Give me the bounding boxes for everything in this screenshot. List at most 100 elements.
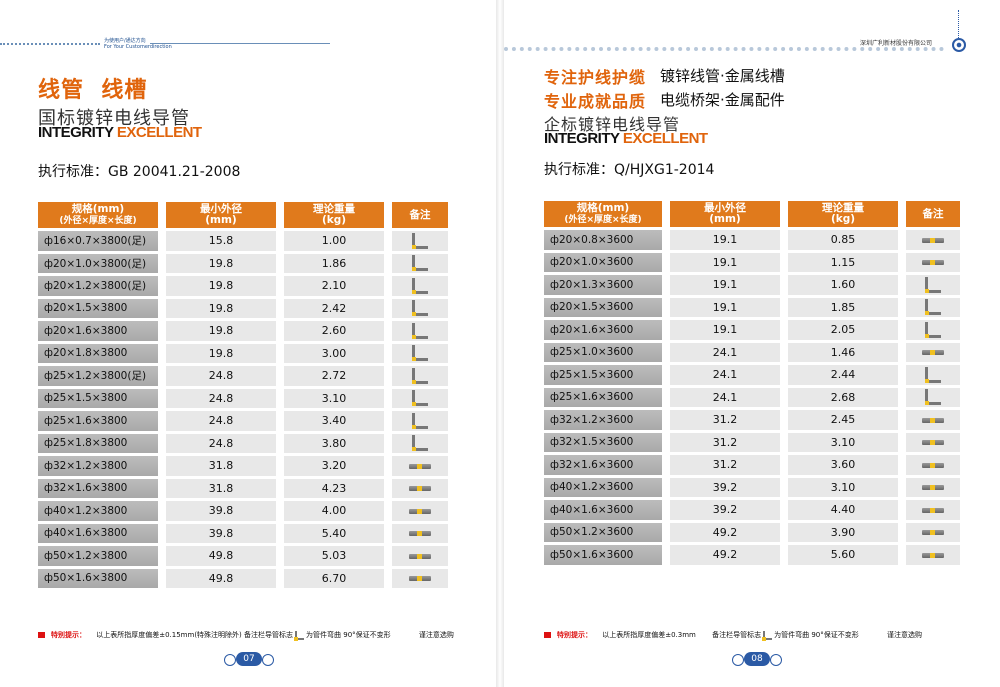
weight-cell: 2.45 <box>788 410 898 430</box>
outer-diameter-cell: 19.1 <box>670 275 780 295</box>
note-cell <box>906 230 960 250</box>
straight-pipe-mark-icon <box>922 417 944 423</box>
note-cell <box>392 231 448 251</box>
table-row: ф50×1.6×3800 49.8 6.70 <box>38 568 448 588</box>
outer-diameter-cell: 24.8 <box>166 411 276 431</box>
weight-cell: 1.86 <box>284 253 384 273</box>
spec-cell: ф25×1.5×3800 <box>38 388 158 408</box>
weight-cell: 3.10 <box>788 477 898 497</box>
header-dotted-band <box>504 47 944 51</box>
bent-pipe-mark-icon <box>412 367 428 384</box>
bent-pipe-mark-icon <box>412 412 428 429</box>
weight-cell: 3.10 <box>284 388 384 408</box>
spec-cell: ф50×1.6×3600 <box>544 545 662 565</box>
outer-diameter-cell: 39.2 <box>670 500 780 520</box>
spec-cell: ф20×1.0×3600 <box>544 252 662 272</box>
note-cell <box>392 523 448 543</box>
outer-diameter-cell: 49.8 <box>166 546 276 566</box>
page-left: 为使用户/通达方向 For Your Customerdirection 线管 … <box>0 0 496 687</box>
outer-diameter-cell: 31.2 <box>670 455 780 475</box>
outer-diameter-cell: 39.8 <box>166 501 276 521</box>
note-cell <box>392 366 448 386</box>
table-row: ф40×1.2×3600 39.2 3.10 <box>544 477 960 497</box>
table-row: ф25×1.6×3600 24.1 2.68 <box>544 387 960 407</box>
header-company: 深圳广利新材股份有限公司 <box>860 40 933 47</box>
weight-cell: 1.15 <box>788 252 898 272</box>
bend-mark-icon <box>294 630 305 641</box>
spec-cell: ф20×1.5×3600 <box>544 297 662 317</box>
spec-cell: ф40×1.2×3800 <box>38 501 158 521</box>
weight-cell: 1.46 <box>788 342 898 362</box>
spec-cell: ф32×1.2×3600 <box>544 410 662 430</box>
weight-cell: 3.40 <box>284 411 384 431</box>
note-cell <box>906 297 960 317</box>
note-cell <box>392 456 448 476</box>
slogan-2: 专业成就品质 <box>544 92 647 111</box>
red-square-icon <box>544 632 551 638</box>
note-cell <box>906 432 960 452</box>
spec-cell: ф20×1.6×3800 <box>38 321 158 341</box>
note-cell <box>392 411 448 431</box>
bend-mark-icon <box>762 630 773 641</box>
col-spec-header: 规格(mm) (外径×厚度×长度) <box>38 202 158 228</box>
outer-diameter-cell: 19.1 <box>670 230 780 250</box>
weight-cell: 4.40 <box>788 500 898 520</box>
header-tag-en: For Your Customerdirection <box>104 44 172 50</box>
note-cell <box>906 320 960 340</box>
weight-cell: 2.60 <box>284 321 384 341</box>
note-cell <box>392 501 448 521</box>
slogan-1-desc: 镀锌线管·金属线槽 <box>660 67 785 85</box>
note-cell <box>392 253 448 273</box>
note-cell <box>906 545 960 565</box>
table-row: ф20×1.0×3800(足) 19.8 1.86 <box>38 253 448 273</box>
weight-cell: 4.23 <box>284 478 384 498</box>
standard-line: 执行标准：GB 20041.21-2008 <box>38 164 241 180</box>
page-number: 08 <box>732 652 782 666</box>
weight-cell: 5.40 <box>284 523 384 543</box>
note-cell <box>906 477 960 497</box>
note-cell <box>906 410 960 430</box>
bent-pipe-mark-icon <box>925 389 941 406</box>
outer-diameter-cell: 19.1 <box>670 252 780 272</box>
spec-cell: ф20×1.5×3800 <box>38 298 158 318</box>
spec-cell: ф20×1.2×3800(足) <box>38 276 158 296</box>
header-dotted-line <box>0 43 100 45</box>
col-od-header: 最小外径 (mm) <box>166 202 276 228</box>
outer-diameter-cell: 31.2 <box>670 410 780 430</box>
bent-pipe-mark-icon <box>925 321 941 338</box>
weight-cell: 5.60 <box>788 545 898 565</box>
note-cell <box>906 252 960 272</box>
straight-pipe-mark-icon <box>922 530 944 536</box>
spec-table: 规格(mm) (外径×厚度×长度) 最小外径 (mm) 理论重量 (kg) 备注 ф1… <box>38 199 448 591</box>
footnote: 特别提示： 以上表所指厚度偏差±0.15mm(特殊注明除外) 备注栏导管标志 为管… <box>38 630 454 641</box>
bent-pipe-mark-icon <box>925 276 941 293</box>
weight-cell: 2.72 <box>284 366 384 386</box>
table-row: ф25×1.6×3800 24.8 3.40 <box>38 411 448 431</box>
col-od-header: 最小外径 (mm) <box>670 201 780 227</box>
outer-diameter-cell: 19.1 <box>670 297 780 317</box>
table-row: ф20×1.6×3800 19.8 2.60 <box>38 321 448 341</box>
spec-cell: ф25×1.6×3800 <box>38 411 158 431</box>
weight-cell: 1.00 <box>284 231 384 251</box>
table-row: ф20×1.5×3600 19.1 1.85 <box>544 297 960 317</box>
outer-diameter-cell: 39.8 <box>166 523 276 543</box>
slogan-2-desc: 电缆桥架·金属配件 <box>660 91 785 109</box>
bent-pipe-mark-icon <box>925 299 941 316</box>
note-cell <box>906 387 960 407</box>
spec-cell: ф50×1.2×3800 <box>38 546 158 566</box>
outer-diameter-cell: 24.1 <box>670 342 780 362</box>
spec-cell: ф50×1.2×3600 <box>544 522 662 542</box>
weight-cell: 5.03 <box>284 546 384 566</box>
weight-cell: 6.70 <box>284 568 384 588</box>
outer-diameter-cell: 19.8 <box>166 253 276 273</box>
straight-pipe-mark-icon <box>922 507 944 513</box>
table-row: ф32×1.6×3800 31.8 4.23 <box>38 478 448 498</box>
straight-pipe-mark-icon <box>409 531 431 537</box>
table-row: ф40×1.2×3800 39.8 4.00 <box>38 501 448 521</box>
weight-cell: 3.80 <box>284 433 384 453</box>
weight-cell: 0.85 <box>788 230 898 250</box>
straight-pipe-mark-icon <box>922 350 944 356</box>
table-row: ф25×1.0×3600 24.1 1.46 <box>544 342 960 362</box>
spec-cell: ф25×1.6×3600 <box>544 387 662 407</box>
outer-diameter-cell: 39.2 <box>670 477 780 497</box>
